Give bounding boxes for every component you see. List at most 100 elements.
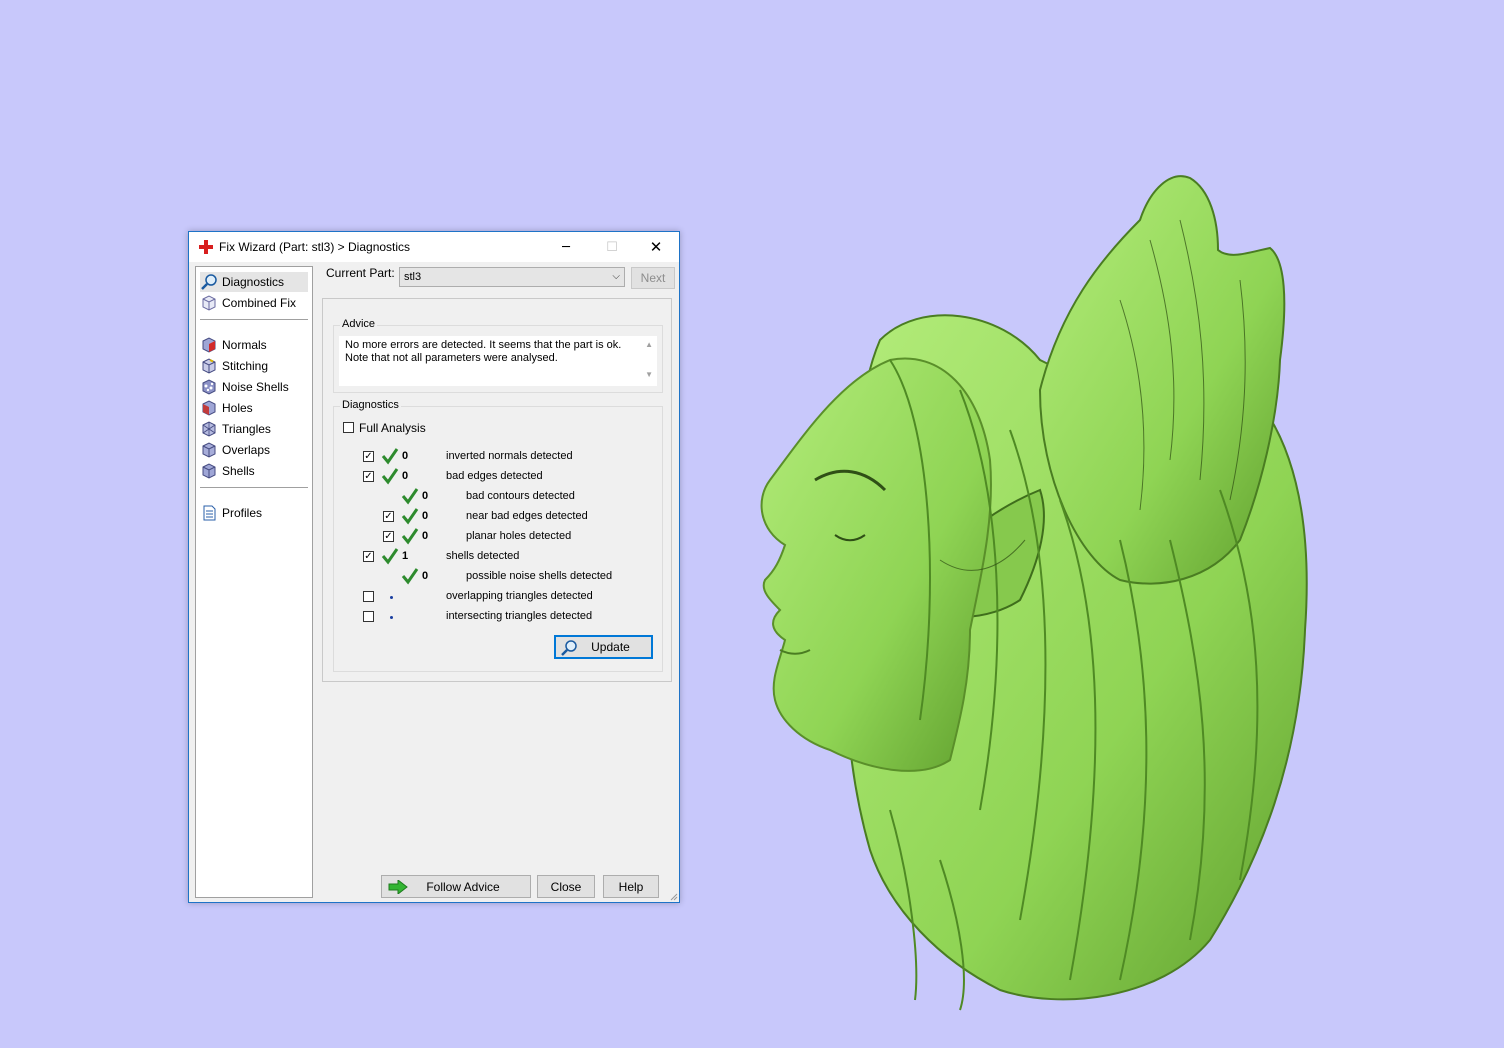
- sidebar-item-noise-shells[interactable]: Noise Shells: [200, 377, 308, 397]
- not-analysed-dot-icon: [390, 596, 393, 599]
- green-arrow-icon: [388, 880, 408, 894]
- bad-edges-label: bad edges detected: [446, 470, 543, 482]
- diagnostics-title: Diagnostics: [340, 399, 401, 411]
- sidebar-item-label: Triangles: [222, 422, 271, 436]
- app-logo-icon: [199, 240, 213, 254]
- help-button[interactable]: Help: [603, 875, 659, 898]
- follow-advice-label: Follow Advice: [426, 879, 500, 894]
- inverted-normals-label: inverted normals detected: [446, 450, 573, 462]
- sidebar-item-triangles[interactable]: Triangles: [200, 419, 308, 439]
- overlapping-triangles-label: overlapping triangles detected: [446, 590, 593, 602]
- not-analysed-dot-icon: [390, 616, 393, 619]
- close-window-button[interactable]: ✕: [633, 232, 679, 262]
- noise-shells-count: 0: [422, 570, 429, 582]
- chevron-down-icon: ⌵: [612, 271, 620, 282]
- normals-cube-icon: [202, 337, 216, 353]
- close-button[interactable]: Close: [537, 875, 595, 898]
- full-analysis-label: Full Analysis: [359, 421, 426, 435]
- sidebar-item-label: Overlaps: [222, 443, 271, 457]
- advice-text-box[interactable]: No more errors are detected. It seems th…: [339, 336, 657, 386]
- inverted-normals-checkbox[interactable]: ✓: [363, 451, 374, 462]
- advice-line-2: Note that not all parameters were analys…: [345, 352, 558, 364]
- bad-edges-count: 0: [402, 470, 409, 482]
- overlaps-cube-icon: [202, 442, 216, 458]
- sidebar-item-label: Holes: [222, 401, 253, 415]
- triangles-cube-icon: [202, 421, 216, 437]
- green-check-icon: [401, 508, 419, 525]
- planar-holes-label: planar holes detected: [466, 530, 572, 542]
- green-check-icon: [381, 468, 399, 485]
- sidebar-item-diagnostics[interactable]: Diagnostics: [200, 272, 308, 292]
- advice-group: Advice No more errors are detected. It s…: [333, 318, 663, 393]
- document-icon: [203, 505, 216, 521]
- advice-title: Advice: [340, 318, 378, 330]
- shells-cube-icon: [202, 463, 216, 479]
- intersecting-triangles-checkbox[interactable]: [363, 611, 374, 622]
- diagnostics-group: Diagnostics Full Analysis ✓ 0 inverted n…: [333, 399, 663, 672]
- sidebar-item-label: Diagnostics: [222, 275, 285, 289]
- sidebar-divider: [200, 487, 308, 488]
- advice-text: No more errors are detected. It seems th…: [345, 339, 635, 365]
- title-bar[interactable]: Fix Wizard (Part: stl3) > Diagnostics ─ …: [189, 232, 679, 262]
- near-bad-edges-label: near bad edges detected: [466, 510, 588, 522]
- update-button[interactable]: Update: [554, 635, 653, 659]
- overlapping-triangles-checkbox[interactable]: [363, 591, 374, 602]
- minimize-button[interactable]: ─: [543, 232, 589, 262]
- near-bad-edges-count: 0: [422, 510, 429, 522]
- sidebar-item-label: Stitching: [222, 359, 269, 373]
- green-check-icon: [401, 568, 419, 585]
- sidebar-item-shells[interactable]: Shells: [200, 461, 308, 481]
- next-button[interactable]: Next: [631, 267, 675, 289]
- bad-contours-label: bad contours detected: [466, 490, 575, 502]
- green-check-icon: [401, 488, 419, 505]
- sidebar-item-combined-fix[interactable]: Combined Fix: [200, 293, 308, 313]
- shells-count: 1: [402, 550, 409, 562]
- window-title: Fix Wizard (Part: stl3) > Diagnostics: [219, 240, 411, 254]
- fix-wizard-window[interactable]: Fix Wizard (Part: stl3) > Diagnostics ─ …: [188, 231, 680, 903]
- sidebar-item-holes[interactable]: Holes: [200, 398, 308, 418]
- follow-advice-button[interactable]: Follow Advice: [381, 875, 531, 898]
- intersecting-triangles-label: intersecting triangles detected: [446, 610, 593, 622]
- scroll-down-icon[interactable]: ▼: [645, 370, 653, 379]
- sidebar-item-stitching[interactable]: Stitching: [200, 356, 308, 376]
- green-check-icon: [401, 528, 419, 545]
- sidebar-divider: [200, 319, 308, 320]
- full-analysis-checkbox[interactable]: [343, 422, 354, 433]
- noise-shells-icon: [202, 379, 216, 395]
- stitching-cube-icon: [202, 358, 216, 374]
- advice-line-1: No more errors are detected. It seems th…: [345, 339, 622, 351]
- planar-holes-count: 0: [422, 530, 429, 542]
- noise-shells-label: possible noise shells detected: [466, 570, 613, 582]
- green-check-icon: [381, 448, 399, 465]
- maximize-button[interactable]: ☐: [589, 232, 635, 262]
- resize-grip-icon[interactable]: [668, 891, 678, 901]
- sidebar-item-label: Combined Fix: [222, 296, 297, 310]
- diagnostics-panel: Advice No more errors are detected. It s…: [322, 298, 672, 682]
- sidebar-item-profiles[interactable]: Profiles: [200, 503, 308, 523]
- bad-edges-checkbox[interactable]: ✓: [363, 471, 374, 482]
- planar-holes-checkbox[interactable]: ✓: [383, 531, 394, 542]
- sidebar-item-label: Profiles: [222, 506, 263, 520]
- wizard-steps-pane: Diagnostics Combined Fix Normals Stitchi…: [195, 266, 313, 898]
- shells-label: shells detected: [446, 550, 520, 562]
- sidebar-item-label: Normals: [222, 338, 267, 352]
- bad-contours-count: 0: [422, 490, 429, 502]
- holes-cube-icon: [202, 400, 216, 416]
- scroll-up-icon[interactable]: ▲: [645, 340, 653, 349]
- sidebar-item-label: Noise Shells: [222, 380, 289, 394]
- near-bad-edges-checkbox[interactable]: ✓: [383, 511, 394, 522]
- cube-icon: [202, 295, 216, 311]
- current-part-value: stl3: [404, 271, 422, 283]
- sidebar-item-overlaps[interactable]: Overlaps: [200, 440, 308, 460]
- sidebar-item-label: Shells: [222, 464, 255, 478]
- magnifier-icon: [201, 274, 217, 290]
- green-check-icon: [381, 548, 399, 565]
- magnifier-icon: [561, 640, 577, 656]
- current-part-select[interactable]: stl3 ⌵: [399, 267, 625, 287]
- inverted-normals-count: 0: [402, 450, 409, 462]
- update-label: Update: [591, 640, 630, 654]
- shells-checkbox[interactable]: ✓: [363, 551, 374, 562]
- sidebar-item-normals[interactable]: Normals: [200, 335, 308, 355]
- current-part-label: Current Part:: [326, 266, 395, 280]
- 3d-model-woman-wolf-relief: [760, 175, 1308, 1011]
